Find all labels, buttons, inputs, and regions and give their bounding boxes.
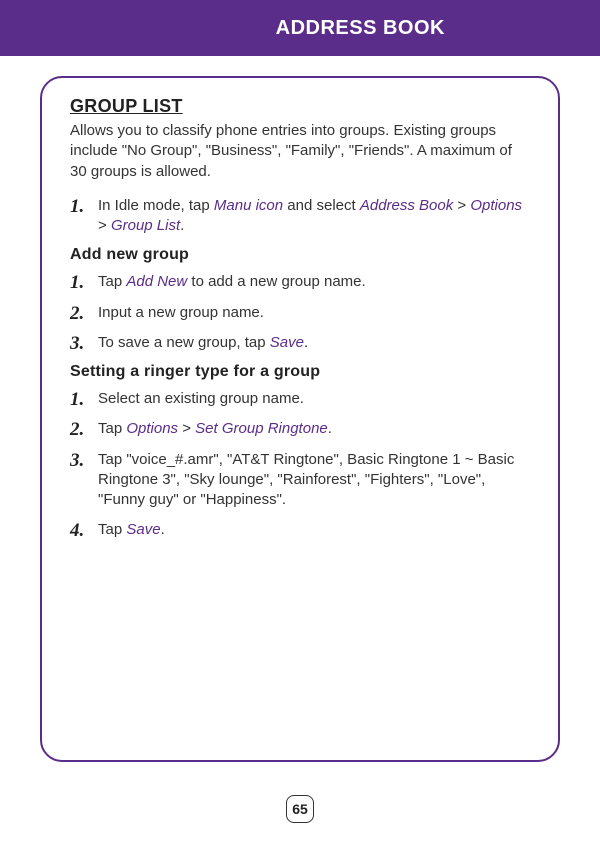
step-item: 3. To save a new group, tap Save.: [70, 333, 530, 353]
ui-term: Set Group Ringtone: [195, 420, 328, 437]
page-header: ADDRESS BOOK: [0, 0, 600, 56]
step-item: 3. Tap "voice_#.amr", "AT&T Ringtone", B…: [70, 450, 530, 511]
page-number: 65: [286, 795, 314, 823]
step-text: Tap Add New to add a new group name.: [98, 273, 366, 290]
step-text: In Idle mode, tap Manu icon and select A…: [98, 197, 522, 234]
ui-term: Options: [126, 420, 178, 437]
content-panel: GROUP LIST Allows you to classify phone …: [40, 76, 560, 762]
step-item: 1. Select an existing group name.: [70, 389, 530, 409]
subhead-ringer: Setting a ringer type for a group: [70, 363, 530, 381]
step-text: Select an existing group name.: [98, 390, 304, 407]
add-new-steps: 1. Tap Add New to add a new group name. …: [70, 272, 530, 353]
step-item: 2. Tap Options > Set Group Ringtone.: [70, 419, 530, 439]
step-text: Tap Options > Set Group Ringtone.: [98, 420, 332, 437]
section-title: GROUP LIST: [70, 96, 530, 117]
step-text: Tap "voice_#.amr", "AT&T Ringtone", Basi…: [98, 451, 514, 509]
step-text: To save a new group, tap Save.: [98, 334, 308, 351]
ui-term: Add New: [126, 273, 187, 290]
step-item: 2. Input a new group name.: [70, 303, 530, 323]
section-intro: Allows you to classify phone entries int…: [70, 121, 530, 182]
step-text: Tap Save.: [98, 521, 165, 538]
header-title: ADDRESS BOOK: [276, 17, 445, 39]
ui-term: Manu icon: [214, 197, 283, 214]
ui-term: Options: [470, 197, 522, 214]
step-text: Input a new group name.: [98, 304, 264, 321]
ui-term: Group List: [111, 217, 180, 234]
step-num: 1.: [70, 387, 84, 413]
step-num: 1.: [70, 270, 84, 296]
top-steps: 1. In Idle mode, tap Manu icon and selec…: [70, 196, 530, 237]
step-item: 4. Tap Save.: [70, 520, 530, 540]
step-num: 3.: [70, 331, 84, 357]
step-num: 3.: [70, 448, 84, 474]
ui-term: Address Book: [360, 197, 453, 214]
subhead-add-new: Add new group: [70, 246, 530, 264]
ui-term: Save: [126, 521, 160, 538]
ringer-steps: 1. Select an existing group name. 2. Tap…: [70, 389, 530, 541]
ui-term: Save: [270, 334, 304, 351]
step-num: 1.: [70, 194, 84, 220]
step-item: 1. In Idle mode, tap Manu icon and selec…: [70, 196, 530, 237]
step-num: 4.: [70, 518, 84, 544]
step-num: 2.: [70, 417, 84, 443]
step-item: 1. Tap Add New to add a new group name.: [70, 272, 530, 292]
panel-wrap: GROUP LIST Allows you to classify phone …: [0, 56, 600, 762]
step-num: 2.: [70, 301, 84, 327]
